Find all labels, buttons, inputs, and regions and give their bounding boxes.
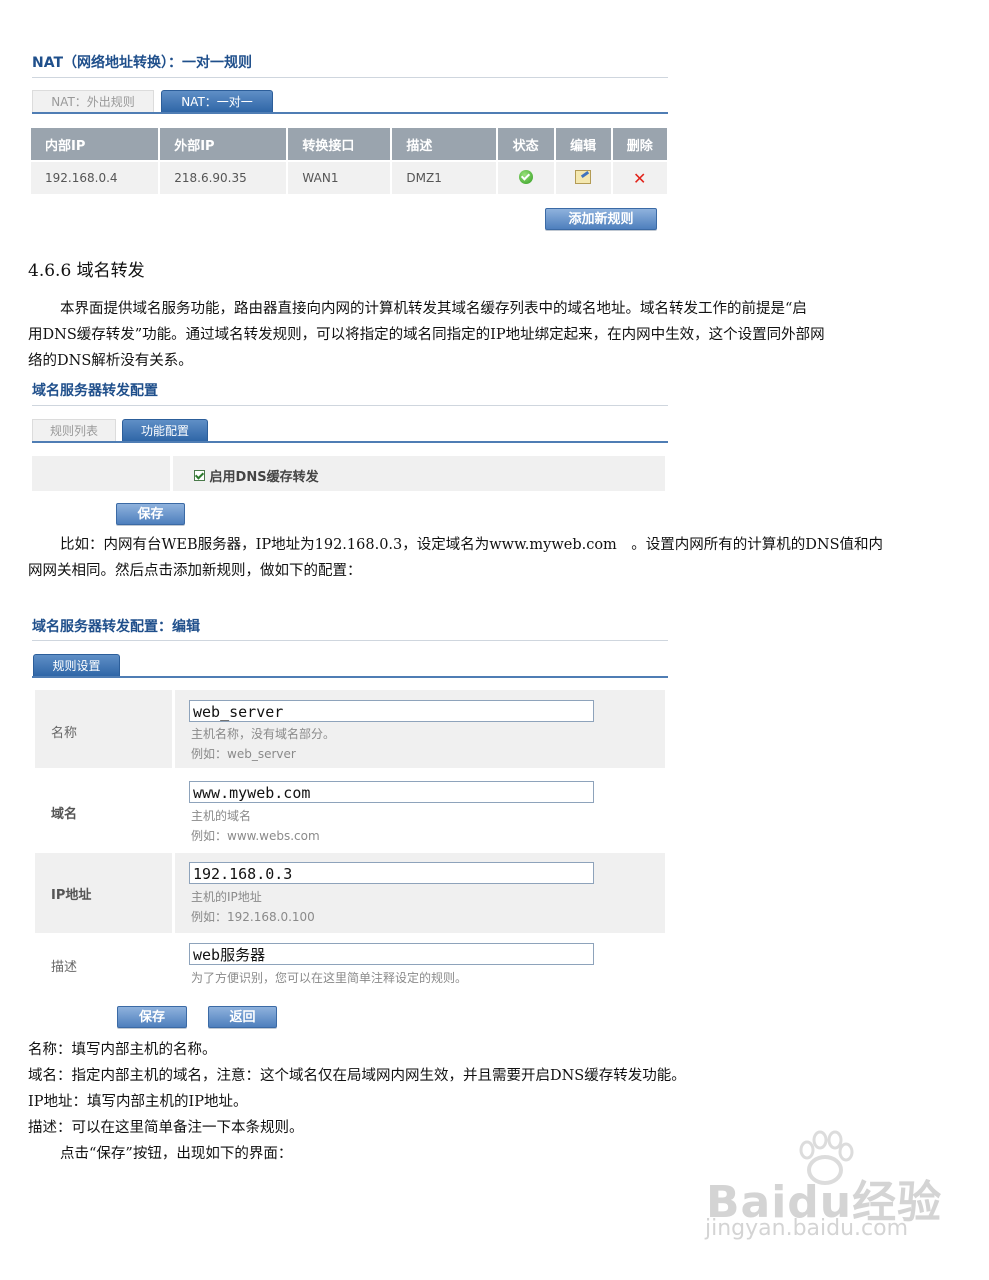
col-header-interface: 转换接口 <box>288 128 391 160</box>
edit-save-button[interactable]: 保存 <box>117 1006 187 1028</box>
intro-line-1: 本界面提供域名服务功能，路由器直接向内网的计算机转发其域名缓存列表中的域名地址。… <box>60 301 807 317</box>
edit-form-divider <box>32 640 668 641</box>
dns-config-save-button[interactable]: 保存 <box>116 503 185 525</box>
note-name: 名称：填写内部主机的名称。 <box>28 1042 217 1058</box>
note-ip: IP地址：填写内部主机的IP地址。 <box>28 1094 248 1110</box>
nat-rules-table: 内部IP 外部IP 转换接口 描述 状态 编辑 删除 192.168.0.4 2… <box>29 126 669 196</box>
cell-interface: WAN1 <box>288 162 391 194</box>
domain-input[interactable]: www.myweb.com <box>189 781 594 803</box>
dns-config-title: 域名服务器转发配置 <box>32 383 158 399</box>
edit-form-title: 域名服务器转发配置：编辑 <box>32 619 200 635</box>
tab-rule-list[interactable]: 规则列表 <box>32 419 116 441</box>
edit-icon[interactable] <box>575 169 592 184</box>
cell-internal-ip: 192.168.0.4 <box>31 162 159 194</box>
ip-label: IP地址 <box>51 888 92 903</box>
baidu-url-watermark: jingyan.baidu.com <box>705 1216 909 1241</box>
intro-line-3: 络的DNS解析没有关系。 <box>28 353 193 369</box>
domain-label: 域名 <box>51 807 78 822</box>
col-header-external-ip: 外部IP <box>160 128 287 160</box>
name-hint: 主机名称，没有域名部分。 <box>191 727 336 741</box>
col-header-delete: 删除 <box>613 128 667 160</box>
tab-nat-one-to-one[interactable]: NAT：一对一 <box>161 90 273 112</box>
table-row: 192.168.0.4 218.6.90.35 WAN1 DMZ1 ✕ <box>31 162 667 194</box>
note-save: 点击“保存”按钮，出现如下的界面： <box>60 1146 293 1162</box>
cell-description: DMZ1 <box>392 162 497 194</box>
desc-hint: 为了方便识别，您可以在这里简单注释设定的规则。 <box>191 971 468 985</box>
example-line-1: 比如：内网有台WEB服务器，IP地址为192.168.0.3，设定域名为www.… <box>60 537 884 553</box>
col-header-edit: 编辑 <box>555 128 612 160</box>
example-line-2: 网网关相同。然后点击添加新规则，做如下的配置： <box>28 563 362 579</box>
name-input[interactable]: web_server <box>189 700 594 722</box>
col-header-internal-ip: 内部IP <box>31 128 159 160</box>
name-example: 例如：web_server <box>191 747 296 761</box>
dns-tab-underline <box>32 441 668 443</box>
ip-input[interactable]: 192.168.0.3 <box>189 862 594 884</box>
intro-line-2: 用DNS缓存转发”功能。通过域名转发规则，可以将指定的域名同指定的IP地址绑定起… <box>28 327 825 343</box>
dns-config-label-cell <box>32 456 170 491</box>
dns-cache-checkbox[interactable] <box>194 470 205 481</box>
note-desc: 描述：可以在这里简单备注一下本条规则。 <box>28 1120 304 1136</box>
dns-cache-checkbox-label: 启用DNS缓存转发 <box>209 470 319 485</box>
desc-input[interactable]: web服务器 <box>189 943 594 965</box>
nat-tab-underline <box>32 112 668 114</box>
status-enabled-icon[interactable] <box>518 169 533 184</box>
section-heading: 4.6.6 域名转发 <box>28 261 145 281</box>
back-button[interactable]: 返回 <box>208 1006 277 1028</box>
tab-function-config[interactable]: 功能配置 <box>122 419 208 441</box>
delete-icon[interactable]: ✕ <box>633 169 646 188</box>
col-header-description: 描述 <box>392 128 497 160</box>
name-label: 名称 <box>51 726 78 741</box>
col-header-status: 状态 <box>498 128 554 160</box>
nat-title-divider <box>32 77 668 78</box>
desc-label: 描述 <box>51 960 78 975</box>
ip-hint: 主机的IP地址 <box>191 890 262 904</box>
domain-example: 例如：www.webs.com <box>191 829 320 843</box>
note-domain: 域名：指定内部主机的域名，注意：这个域名仅在局域网内网生效，并且需要开启DNS缓… <box>28 1068 686 1084</box>
dns-config-divider <box>32 405 668 406</box>
tab-rule-settings[interactable]: 规则设置 <box>33 654 120 676</box>
add-rule-button[interactable]: 添加新规则 <box>545 208 657 230</box>
ip-example: 例如：192.168.0.100 <box>191 910 315 924</box>
domain-hint: 主机的域名 <box>191 809 252 823</box>
cell-external-ip: 218.6.90.35 <box>160 162 287 194</box>
tab-nat-outbound[interactable]: NAT：外出规则 <box>32 90 154 112</box>
nat-panel-title: NAT（网络地址转换）：一对一规则 <box>32 55 253 71</box>
edit-tab-underline <box>32 676 668 678</box>
dns-cache-option: 启用DNS缓存转发 <box>194 466 319 485</box>
